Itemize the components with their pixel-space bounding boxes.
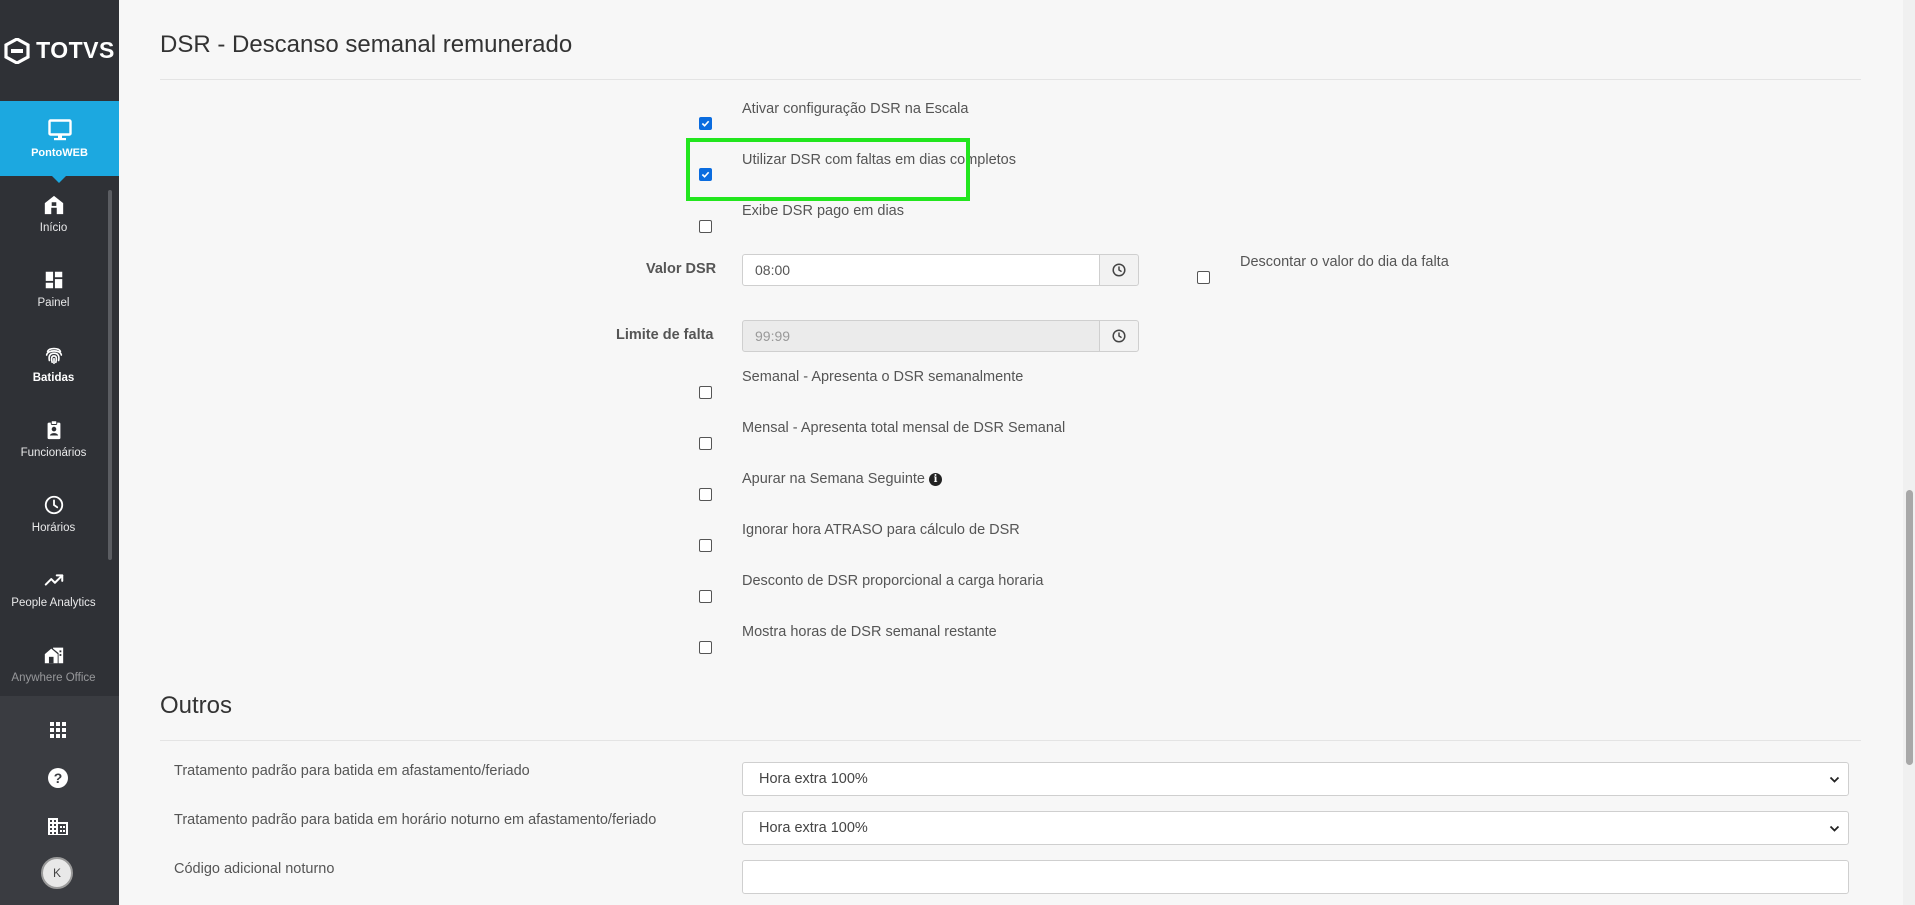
sidebar-scrollbar[interactable] xyxy=(108,190,112,560)
clock-icon xyxy=(1112,263,1126,277)
tratamento-afastamento-label: Tratamento padrão para batida em afastam… xyxy=(174,763,530,779)
desconto-proporcional-label: Desconto de DSR proporcional a carga hor… xyxy=(742,573,1044,589)
select-value: Hora extra 100% xyxy=(759,771,868,787)
monitor-icon xyxy=(47,118,72,140)
utilizar-dsr-faltas-label: Utilizar DSR com faltas em dias completo… xyxy=(742,152,1016,168)
app-pontoweb-label: PontoWEB xyxy=(31,146,88,159)
sidebar-item-label: Funcionários xyxy=(20,446,87,459)
outros-section-title: Outros xyxy=(160,692,233,719)
desconto-proporcional-checkbox[interactable] xyxy=(699,590,712,603)
semanal-label: Semanal - Apresenta o DSR semanalmente xyxy=(742,369,1024,385)
limite-falta-input: 99:99 xyxy=(742,320,1100,352)
tratamento-noturno-label: Tratamento padrão para batida em horário… xyxy=(174,812,657,828)
semanal-checkbox[interactable] xyxy=(699,386,712,399)
info-icon[interactable]: i xyxy=(929,473,942,486)
totvs-logo[interactable]: TOTVS xyxy=(0,0,119,101)
sidebar: TOTVS PontoWEB Início Painel Batidas Fun… xyxy=(0,0,119,905)
ignorar-atraso-checkbox[interactable] xyxy=(699,539,712,552)
fingerprint-icon xyxy=(45,347,62,364)
home-work-icon xyxy=(44,647,63,663)
sidebar-item-horarios[interactable]: Horários xyxy=(0,476,107,551)
sidebar-item-people-analytics[interactable]: People Analytics xyxy=(0,551,107,626)
limite-falta-label: Limite de falta xyxy=(616,327,714,343)
codigo-adicional-noturno-label: Código adicional noturno xyxy=(174,861,335,877)
mostra-horas-restante-label: Mostra horas de DSR semanal restante xyxy=(742,624,997,640)
sidebar-item-funcionarios[interactable]: Funcionários xyxy=(0,401,107,476)
sidebar-item-label: Início xyxy=(39,221,68,234)
apurar-semana-seguinte-row: Apurar na Semana Seguinte i xyxy=(742,471,942,487)
page-scrollbar-track[interactable] xyxy=(1903,0,1915,905)
clock-icon xyxy=(44,495,63,514)
exibe-dsr-pago-label: Exibe DSR pago em dias xyxy=(742,203,904,219)
ignorar-atraso-label: Ignorar hora ATRASO para cálculo de DSR xyxy=(742,522,1020,538)
sidebar-item-inicio[interactable]: Início xyxy=(0,176,107,251)
sidebar-item-batidas[interactable]: Batidas xyxy=(0,326,107,401)
sidebar-item-label: People Analytics xyxy=(11,596,96,609)
chevron-down-icon xyxy=(1829,825,1840,832)
mostra-horas-restante-checkbox[interactable] xyxy=(699,641,712,654)
clock-icon xyxy=(1112,329,1126,343)
highlight-box xyxy=(686,138,970,201)
dashboard-icon xyxy=(45,271,62,288)
dsr-section-title: DSR - Descanso semanal remunerado xyxy=(160,31,573,58)
mensal-checkbox[interactable] xyxy=(699,437,712,450)
brand-name: TOTVS xyxy=(36,37,115,63)
tratamento-afastamento-select[interactable]: Hora extra 100% xyxy=(742,762,1849,796)
building-icon[interactable] xyxy=(46,814,70,838)
sidebar-item-label: Anywhere Office xyxy=(11,671,96,684)
app-pontoweb[interactable]: PontoWEB xyxy=(0,101,119,183)
totvs-logo-icon xyxy=(4,37,30,64)
user-avatar[interactable]: K xyxy=(41,857,73,889)
trending-up-icon xyxy=(44,573,63,586)
descontar-dia-falta-checkbox[interactable] xyxy=(1197,271,1210,284)
tratamento-noturno-select[interactable]: Hora extra 100% xyxy=(742,811,1849,845)
apps-grid-icon[interactable] xyxy=(46,718,70,742)
svg-text:?: ? xyxy=(54,770,63,786)
codigo-adicional-noturno-input[interactable] xyxy=(742,860,1849,894)
section-divider xyxy=(160,79,1861,80)
apurar-semana-seguinte-checkbox[interactable] xyxy=(699,488,712,501)
valor-dsr-input[interactable]: 08:00 xyxy=(742,254,1100,286)
sidebar-nav: Início Painel Batidas Funcionários Horár… xyxy=(0,176,119,696)
help-icon[interactable]: ? xyxy=(46,766,70,790)
descontar-dia-falta-label: Descontar o valor do dia da falta xyxy=(1240,254,1449,270)
home-icon xyxy=(44,195,63,214)
valor-dsr-clock-button[interactable] xyxy=(1099,254,1139,286)
utilizar-dsr-faltas-checkbox[interactable] xyxy=(699,168,712,181)
limite-falta-clock-button[interactable] xyxy=(1099,320,1139,352)
sidebar-item-label: Batidas xyxy=(32,371,75,384)
main-content: DSR - Descanso semanal remunerado Ativar… xyxy=(119,0,1903,905)
ativar-dsr-escala-checkbox[interactable] xyxy=(699,117,712,130)
select-value: Hora extra 100% xyxy=(759,820,868,836)
section-divider xyxy=(160,740,1861,741)
page-scrollbar-thumb[interactable] xyxy=(1906,490,1913,765)
badge-icon xyxy=(47,419,60,439)
mensal-label: Mensal - Apresenta total mensal de DSR S… xyxy=(742,420,1066,436)
ativar-dsr-escala-label: Ativar configuração DSR na Escala xyxy=(742,101,969,117)
valor-dsr-label: Valor DSR xyxy=(646,261,717,277)
chevron-down-icon xyxy=(1829,776,1840,783)
sidebar-item-label: Horários xyxy=(31,521,76,534)
apurar-semana-seguinte-label: Apurar na Semana Seguinte xyxy=(742,471,925,487)
sidebar-item-painel[interactable]: Painel xyxy=(0,251,107,326)
sidebar-item-label: Painel xyxy=(37,296,70,309)
sidebar-item-anywhere-office[interactable]: Anywhere Office xyxy=(0,626,107,696)
exibe-dsr-pago-checkbox[interactable] xyxy=(699,220,712,233)
